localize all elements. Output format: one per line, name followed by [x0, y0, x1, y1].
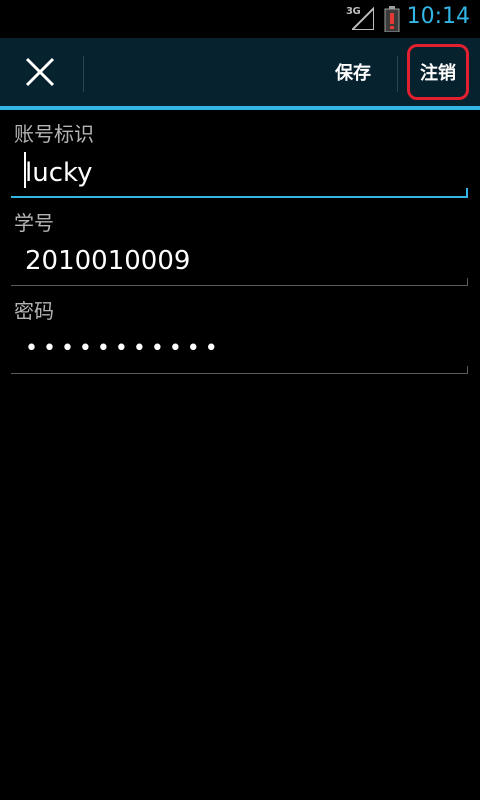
- action-bar-accent-line: [0, 106, 480, 110]
- close-button[interactable]: [0, 38, 80, 106]
- student-id-field[interactable]: 2010010009: [25, 246, 190, 276]
- account-field-underline: [11, 196, 468, 198]
- password-field-underline-end: [467, 366, 468, 374]
- action-bar-divider: [397, 56, 398, 92]
- status-time: 10:14: [406, 4, 470, 29]
- action-bar-divider: [83, 56, 84, 92]
- password-label: 密码: [14, 299, 54, 323]
- close-icon: [25, 57, 55, 87]
- logout-button[interactable]: 注销: [407, 44, 469, 100]
- signal-icon: [352, 6, 374, 30]
- student-id-field-underline-end: [467, 278, 468, 286]
- action-bar: 保存 注销: [0, 38, 480, 106]
- status-bar: 3G 10:14: [0, 0, 480, 38]
- account-label: 账号标识: [14, 122, 94, 146]
- save-button[interactable]: 保存: [325, 38, 381, 106]
- password-field-underline: [11, 373, 468, 374]
- student-id-field-underline: [11, 285, 468, 286]
- account-field[interactable]: lucky: [25, 158, 93, 188]
- battery-alert-icon: [384, 6, 400, 32]
- password-field[interactable]: •••••••••••: [25, 336, 223, 361]
- student-id-label: 学号: [14, 211, 54, 235]
- account-field-underline-end: [466, 188, 468, 198]
